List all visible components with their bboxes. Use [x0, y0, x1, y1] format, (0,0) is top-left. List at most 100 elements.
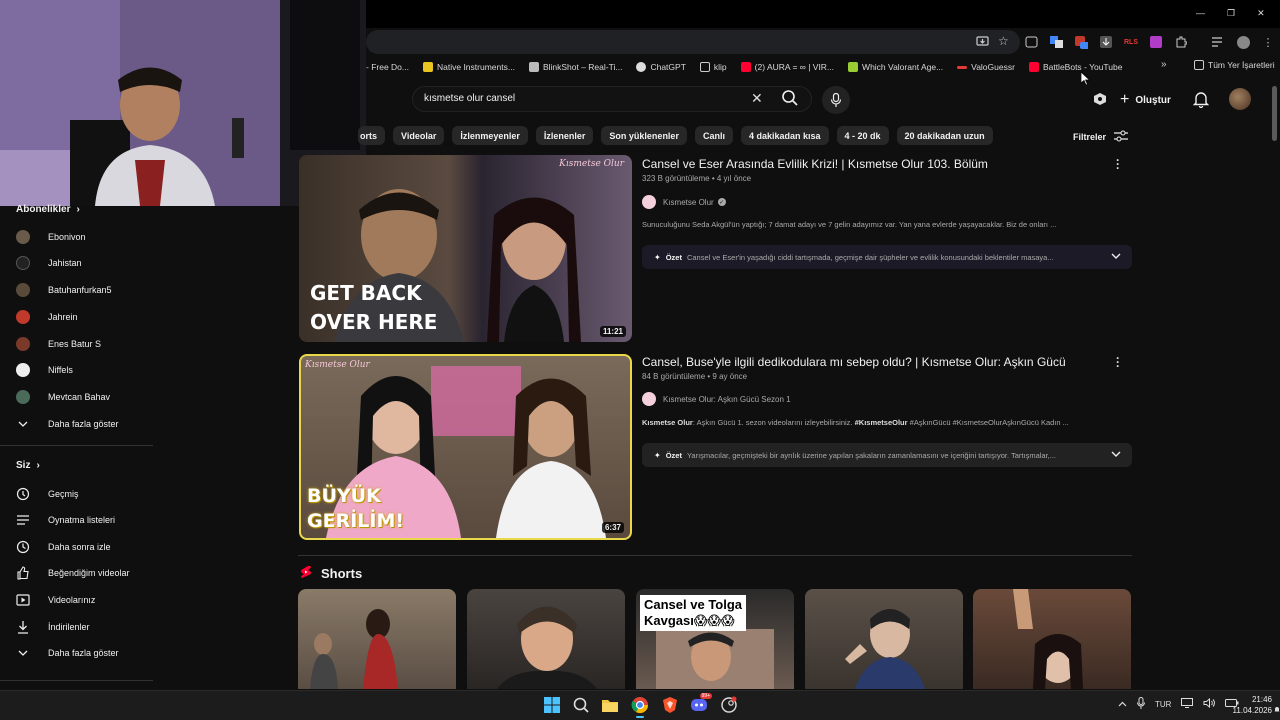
channel-link[interactable]: Kısmetse Olur ✓	[642, 195, 726, 209]
video-thumbnail[interactable]: Kısmetse Olur BÜYÜK GERİLİM! 6:37	[299, 354, 632, 540]
sidebar-item-mevtcan-bahav[interactable]: Mevtcan Bahav	[16, 390, 110, 404]
file-explorer-icon[interactable]	[601, 696, 619, 714]
bookmark-item[interactable]: ChatGPT	[636, 62, 686, 72]
chevron-up-icon[interactable]	[1118, 700, 1127, 709]
sidebar: Abonelikler › Ebonivon Jahistan Batuhanfu…	[0, 200, 153, 690]
sidebar-item-batuhanfurkan5[interactable]: Batuhanfurkan5	[16, 283, 112, 297]
steam-icon[interactable]	[720, 696, 738, 714]
menu-icon[interactable]: ⋮	[1261, 35, 1275, 49]
minimize-button[interactable]: —	[1196, 8, 1205, 19]
search-icon[interactable]	[781, 89, 801, 109]
maximize-button[interactable]: ❐	[1227, 8, 1235, 19]
chevron-down-icon[interactable]	[1111, 449, 1121, 459]
bookmarks-overflow-icon[interactable]: »	[1161, 59, 1167, 70]
sidebar-item-liked-videos[interactable]: Beğendiğim videolar	[16, 566, 130, 580]
game-controller-icon[interactable]	[1092, 91, 1108, 107]
extension-icon-1[interactable]	[1024, 35, 1038, 49]
taskbar-clock[interactable]: 21:46 11.04.2026	[1228, 694, 1272, 716]
video-meta: 84 B görüntüleme • 9 ay önce	[642, 372, 748, 381]
sidebar-item-ebonivon[interactable]: Ebonivon	[16, 230, 86, 244]
sidebar-item-downloads[interactable]: İndirilenler	[16, 620, 90, 634]
chip-unwatched[interactable]: İzlenmeyenler	[452, 126, 528, 145]
filters-button[interactable]: Filtreler	[1073, 130, 1129, 144]
sidebar-item-jahrein[interactable]: Jahrein	[16, 310, 78, 324]
create-button[interactable]: + Oluştur	[1120, 91, 1171, 109]
rls-extension-icon[interactable]: RLS	[1124, 35, 1138, 49]
address-bar[interactable]	[366, 30, 1020, 54]
puzzle-icon[interactable]	[1174, 35, 1188, 49]
clear-search-icon[interactable]: ✕	[751, 90, 763, 107]
short-card[interactable]: Cansel ve Tolga Kavgası😱😱😱	[636, 589, 794, 689]
ai-summary[interactable]: ✦ Özet Yarışmacılar, geçmişteki bir ayrı…	[642, 443, 1132, 467]
microphone-icon[interactable]	[822, 86, 850, 114]
chip-shorts[interactable]: orts	[358, 126, 386, 145]
bookmark-item[interactable]: BattleBots - YouTube	[1028, 62, 1122, 72]
bookmark-item[interactable]: BlinkShot – Real-Ti...	[528, 62, 622, 72]
sidebar-item-history[interactable]: Geçmiş	[16, 487, 79, 501]
media-icon[interactable]	[1211, 35, 1225, 49]
search-icon[interactable]	[572, 696, 590, 714]
sidebar-item-jahistan[interactable]: Jahistan	[16, 256, 82, 270]
video-duration: 6:37	[601, 522, 624, 533]
volume-icon[interactable]	[1203, 697, 1216, 710]
bookmark-item[interactable]: Which Valorant Age...	[848, 62, 943, 72]
chip-4-20-min[interactable]: 4 - 20 dk	[836, 126, 889, 145]
channel-link[interactable]: Kısmetse Olur: Aşkın Gücü Sezon 1	[642, 392, 791, 406]
language-indicator[interactable]: TUR	[1155, 700, 1171, 709]
short-card[interactable]	[298, 589, 456, 689]
bookmark-star-icon[interactable]: ☆	[998, 34, 1009, 48]
sidebar-item-watch-later[interactable]: Daha sonra izle	[16, 540, 111, 554]
chevron-down-icon[interactable]	[1111, 251, 1121, 261]
bookmark-item[interactable]: (2) AURA = ∞ | VIR...	[740, 62, 834, 72]
chip-over-20-min[interactable]: 20 dakikadan uzun	[896, 126, 993, 145]
sidebar-item-your-videos[interactable]: Videolarınız	[16, 593, 95, 607]
short-card[interactable]	[973, 589, 1131, 689]
chip-watched[interactable]: İzlenenler	[535, 126, 594, 145]
bookmark-folder[interactable]: klip	[699, 62, 727, 72]
video-title[interactable]: Cansel ve Eser Arasında Evlilik Krizi! |…	[642, 157, 988, 171]
sidebar-item-niffels[interactable]: Niffels	[16, 363, 73, 377]
close-window-button[interactable]: ✕	[1257, 8, 1265, 19]
video-icon	[16, 593, 30, 607]
you-heading[interactable]: Siz ›	[0, 460, 40, 471]
more-actions-icon[interactable]: · · ·	[1116, 352, 1120, 372]
profile-icon[interactable]	[1236, 35, 1250, 49]
notification-bell-icon[interactable]	[1274, 700, 1280, 718]
sidebar-divider	[0, 680, 153, 681]
chip-under-4-min[interactable]: 4 dakikadan kısa	[740, 126, 829, 145]
ai-summary[interactable]: ✦ Özet Cansel ve Eser'in yaşadığı ciddi …	[642, 245, 1132, 269]
chip-videos[interactable]: Videolar	[393, 126, 445, 145]
bookmark-item[interactable]: Native Instruments...	[422, 62, 515, 72]
mouse-cursor-icon	[1080, 71, 1091, 91]
display-icon[interactable]	[1181, 698, 1194, 710]
brave-icon[interactable]	[661, 696, 679, 714]
chip-recently-uploaded[interactable]: Son yüklenenler	[601, 126, 687, 145]
bookmark-item[interactable]: ValoGuessr	[957, 62, 1015, 72]
video-title[interactable]: Cansel, Buse'yle ilgili dedikodulara mı …	[642, 355, 1066, 369]
translate-icon[interactable]	[1049, 35, 1063, 49]
notifications-bell-icon[interactable]	[1192, 90, 1210, 109]
download-extension-icon[interactable]	[1099, 35, 1113, 49]
extension-badge-icon[interactable]	[1074, 35, 1088, 49]
chip-live[interactable]: Canlı	[694, 126, 733, 145]
bookmark-item[interactable]: - Free Do...	[366, 62, 409, 72]
subscriptions-heading[interactable]: Abonelikler ›	[0, 204, 80, 215]
account-avatar[interactable]	[1229, 88, 1251, 110]
show-more-subscriptions[interactable]: Daha fazla göster	[16, 417, 119, 431]
install-icon[interactable]	[976, 35, 989, 53]
more-actions-icon[interactable]: · · ·	[1116, 154, 1120, 174]
windows-start-icon[interactable]	[543, 696, 561, 714]
section-divider	[298, 555, 1132, 556]
all-bookmarks[interactable]: Tüm Yer İşaretleri	[1194, 60, 1275, 70]
chrome-icon[interactable]	[631, 696, 649, 714]
sidebar-item-playlists[interactable]: Oynatma listeleri	[16, 513, 115, 527]
microphone-tray-icon[interactable]	[1137, 697, 1145, 711]
short-card[interactable]	[805, 589, 963, 689]
short-card[interactable]	[467, 589, 625, 689]
sidebar-item-enes-batur[interactable]: Enes Batur S	[16, 337, 101, 351]
discord-icon[interactable]: 99+	[690, 693, 712, 714]
show-more-you[interactable]: Daha fazla göster	[16, 646, 119, 660]
page-scrollbar[interactable]	[1272, 86, 1277, 141]
video-thumbnail[interactable]: Kısmetse Olur GET BACK OVER HERE 11:21	[299, 155, 632, 342]
purple-extension-icon[interactable]	[1149, 35, 1163, 49]
